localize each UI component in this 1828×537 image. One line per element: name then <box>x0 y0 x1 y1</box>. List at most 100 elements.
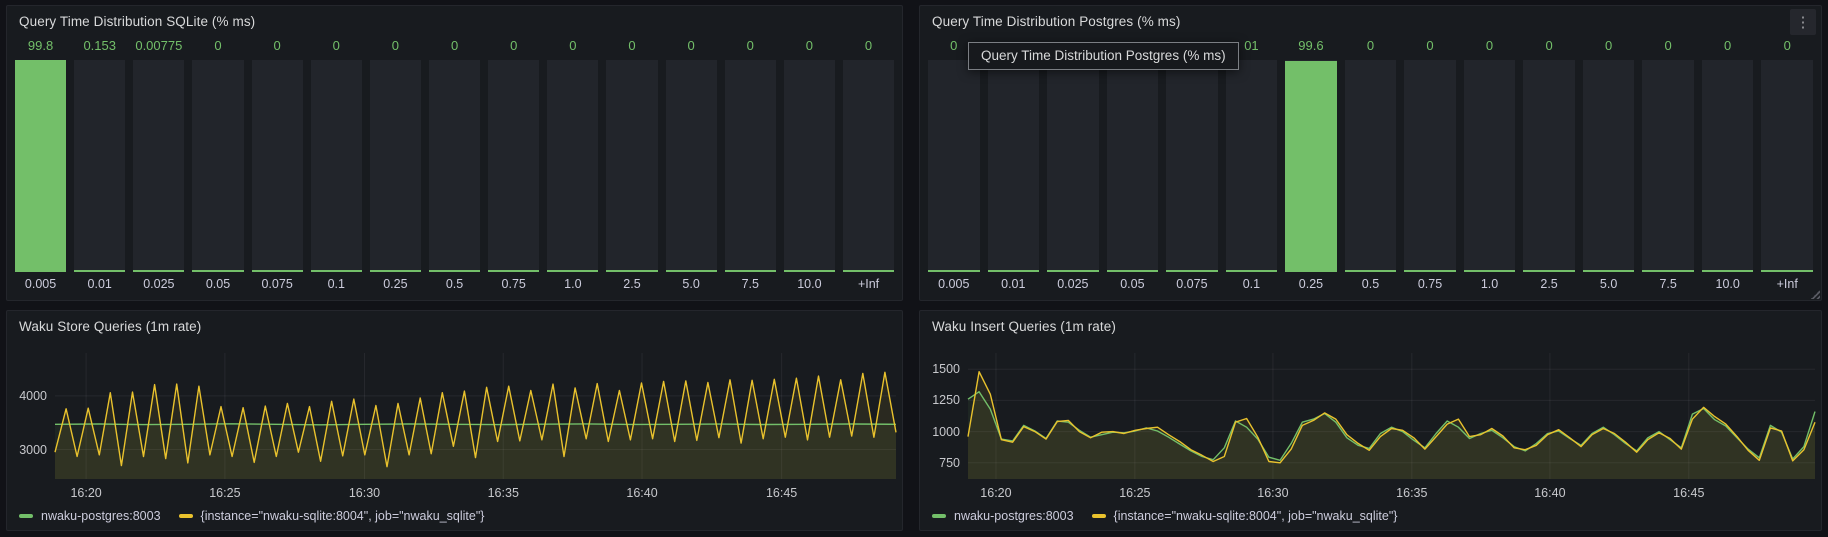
histogram-bar <box>1523 60 1575 272</box>
bar-x-label: 0.05 <box>192 272 243 294</box>
bar-value-label: 0 <box>311 38 362 55</box>
histogram-bar <box>1226 60 1278 272</box>
histogram-bar-fill <box>1107 270 1159 272</box>
histogram-column: 00.25 <box>370 38 421 294</box>
bar-x-label: 7.5 <box>725 272 776 294</box>
plot-area[interactable] <box>968 353 1815 479</box>
panel-resize-handle[interactable] <box>1811 290 1820 299</box>
histogram-column: 0.05 <box>1107 38 1159 294</box>
panel-waku-insert-queries: Waku Insert Queries (1m rate) 7501000125… <box>919 310 1822 531</box>
x-axis-label: 16:45 <box>1673 486 1704 500</box>
histogram-bar <box>15 60 66 272</box>
legend-item[interactable]: {instance="nwaku-sqlite:8004", job="nwak… <box>1092 509 1398 523</box>
legend-label: {instance="nwaku-sqlite:8004", job="nwak… <box>1114 509 1398 523</box>
x-axis-label: 16:20 <box>980 486 1011 500</box>
histogram-bar-fill <box>488 270 539 272</box>
bar-x-label: +Inf <box>843 272 894 294</box>
histogram-bar-fill <box>15 60 66 272</box>
y-axis-label: 1000 <box>922 425 960 439</box>
x-axis-label: 16:30 <box>1257 486 1288 500</box>
panel-header: Waku Insert Queries (1m rate) <box>920 311 1821 341</box>
bar-x-label: 10.0 <box>784 272 835 294</box>
histogram-column: 0+Inf <box>1761 38 1813 294</box>
bar-gauge-postgres: 00.0050.010.0250.050.075010.199.60.2500.… <box>928 38 1813 294</box>
bar-x-label: 0.25 <box>1285 272 1337 294</box>
bar-value-label: 0.00775 <box>133 38 184 55</box>
y-axis-label: 3000 <box>9 443 47 457</box>
histogram-column: 02.5 <box>606 38 657 294</box>
panel-menu-kebab-icon[interactable]: ⋮ <box>1790 9 1816 35</box>
x-axis-label: 16:35 <box>488 486 519 500</box>
histogram-bar-fill <box>1702 270 1754 272</box>
histogram-column: 010.0 <box>784 38 835 294</box>
histogram-column: 07.5 <box>725 38 776 294</box>
bar-value-label: 0 <box>1523 38 1575 55</box>
bar-value-label: 0 <box>1761 38 1813 55</box>
panel-title[interactable]: Waku Store Queries (1m rate) <box>19 319 201 334</box>
legend-item[interactable]: nwaku-postgres:8003 <box>932 509 1074 523</box>
histogram-column: 00.1 <box>311 38 362 294</box>
histogram-bar <box>1166 60 1218 272</box>
histogram-column: 00.75 <box>1404 38 1456 294</box>
histogram-column: 00.075 <box>252 38 303 294</box>
bar-x-label: 2.5 <box>606 272 657 294</box>
panel-title[interactable]: Waku Insert Queries (1m rate) <box>932 319 1116 334</box>
histogram-bar <box>429 60 480 272</box>
histogram-column: 00.5 <box>1345 38 1397 294</box>
bar-value-label: 0 <box>429 38 480 55</box>
bar-value-label: 0 <box>784 38 835 55</box>
legend-swatch-icon <box>19 514 33 518</box>
y-axis-label: 1250 <box>922 393 960 407</box>
bar-x-label: 0.25 <box>370 272 421 294</box>
histogram-bar <box>725 60 776 272</box>
legend-item[interactable]: nwaku-postgres:8003 <box>19 509 161 523</box>
bar-value-label: 99.8 <box>15 38 66 55</box>
histogram-column: 02.5 <box>1523 38 1575 294</box>
series-line <box>55 424 896 425</box>
histogram-column: 00.05 <box>192 38 243 294</box>
bar-x-label: 0.025 <box>133 272 184 294</box>
histogram-column: 0.01 <box>988 38 1040 294</box>
legend: nwaku-postgres:8003 {instance="nwaku-sqli… <box>932 507 1397 525</box>
bar-value-label: 0.153 <box>74 38 125 55</box>
panel-query-time-distribution-postgres: Query Time Distribution Postgres (% ms) … <box>919 5 1822 301</box>
legend-swatch-icon <box>1092 514 1106 518</box>
histogram-bar-fill <box>1642 270 1694 272</box>
histogram-bar <box>1404 60 1456 272</box>
histogram-bar-fill <box>370 270 421 272</box>
histogram-bar-fill <box>1285 61 1337 272</box>
histogram-column: 00.75 <box>488 38 539 294</box>
legend-label: nwaku-postgres:8003 <box>41 509 161 523</box>
histogram-column: 010.1 <box>1226 38 1278 294</box>
bar-value-label: 0 <box>1404 38 1456 55</box>
histogram-bar <box>1107 60 1159 272</box>
histogram-bar-fill <box>843 270 894 272</box>
histogram-bar-fill <box>252 270 303 272</box>
bar-value-label: 0 <box>488 38 539 55</box>
panel-waku-store-queries: Waku Store Queries (1m rate) 3000400016:… <box>6 310 903 531</box>
panel-title[interactable]: Query Time Distribution Postgres (% ms) <box>932 14 1180 29</box>
bar-x-label: 0.75 <box>1404 272 1456 294</box>
bar-x-label: 0.01 <box>74 272 125 294</box>
panel-header: Waku Store Queries (1m rate) <box>7 311 902 341</box>
histogram-bar-fill <box>1464 270 1516 272</box>
histogram-bar-fill <box>1404 270 1456 272</box>
legend-item[interactable]: {instance="nwaku-sqlite:8004", job="nwak… <box>179 509 485 523</box>
histogram-bar <box>252 60 303 272</box>
bar-value-label: 0 <box>192 38 243 55</box>
histogram-column: 0.075 <box>1166 38 1218 294</box>
bar-value-label: 0 <box>1345 38 1397 55</box>
bar-x-label: 10.0 <box>1702 272 1754 294</box>
histogram-bar-fill <box>74 270 125 272</box>
bar-x-label: 0.075 <box>252 272 303 294</box>
bar-x-label: 0.025 <box>1047 272 1099 294</box>
histogram-bar-fill <box>547 270 598 272</box>
plot-area[interactable] <box>55 353 896 479</box>
histogram-column: 0+Inf <box>843 38 894 294</box>
histogram-bar <box>843 60 894 272</box>
histogram-column: 00.5 <box>429 38 480 294</box>
panel-title-tooltip: Query Time Distribution Postgres (% ms) <box>968 42 1239 70</box>
legend-label: nwaku-postgres:8003 <box>954 509 1074 523</box>
panel-title[interactable]: Query Time Distribution SQLite (% ms) <box>19 14 255 29</box>
histogram-bar-fill <box>1166 270 1218 272</box>
